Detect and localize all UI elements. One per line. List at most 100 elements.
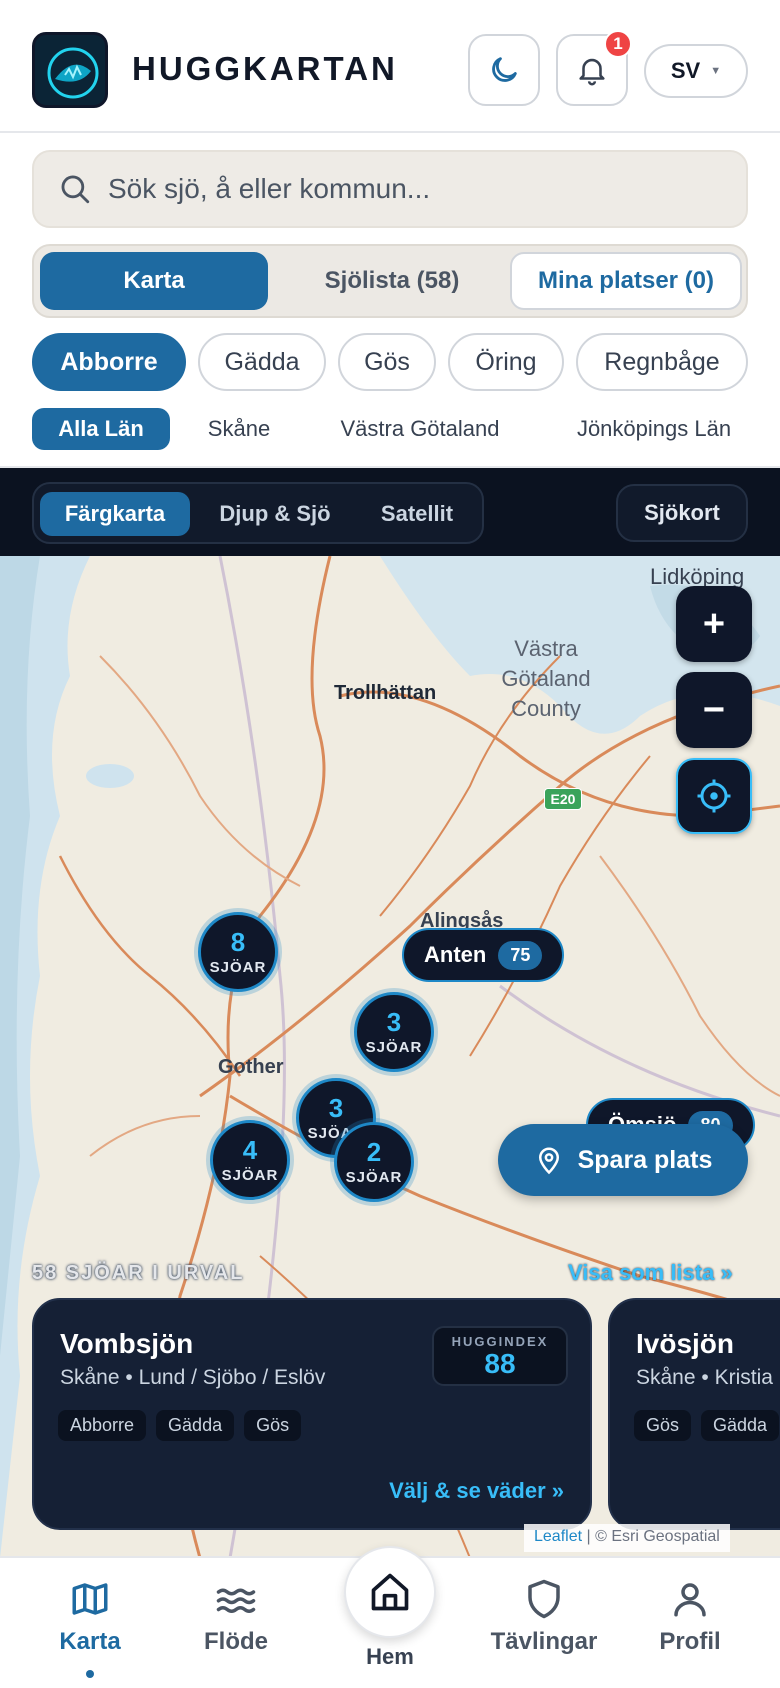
species-chip-gadda[interactable]: Gädda bbox=[198, 333, 326, 391]
lake-card-name: Vombsjön bbox=[60, 1328, 194, 1359]
map-pin-icon bbox=[538, 1147, 559, 1175]
species-chip-oring[interactable]: Öring bbox=[448, 333, 564, 391]
nav-feed[interactable]: Flöde bbox=[166, 1578, 306, 1656]
tab-my-places[interactable]: Mina platser (0) bbox=[510, 252, 742, 310]
minus-icon: − bbox=[702, 688, 726, 731]
nav-map-label: Karta bbox=[59, 1628, 121, 1655]
map-label-county: Västra Götaland County bbox=[501, 636, 591, 721]
lake-card-location: Skåne • Kristia bbox=[636, 1366, 773, 1389]
zoom-in-button[interactable]: + bbox=[676, 586, 752, 662]
lake-pin-anten[interactable]: Anten 75 bbox=[402, 928, 565, 982]
nav-map[interactable]: Karta bbox=[20, 1578, 160, 1656]
zoom-out-button[interactable]: − bbox=[676, 672, 752, 748]
map-view[interactable]: Lidköping Västra Götaland County Trollhä… bbox=[0, 556, 780, 1558]
nav-home-label: Hem bbox=[366, 1644, 414, 1669]
home-icon bbox=[371, 1573, 409, 1611]
nav-profile-label: Profil bbox=[659, 1628, 721, 1655]
show-as-list-link[interactable]: Visa som lista » bbox=[568, 1260, 733, 1286]
species-chip-regnbage[interactable]: Regnbåge bbox=[576, 333, 748, 391]
map-label-trollhattan: Trollhättan bbox=[334, 682, 437, 704]
user-icon bbox=[674, 1583, 706, 1617]
mode-satellite[interactable]: Satellit bbox=[356, 492, 478, 536]
cluster-unit: SJÖAR bbox=[209, 958, 267, 976]
huggindex-label: HUGGINDEX bbox=[451, 1333, 549, 1349]
app-logo[interactable] bbox=[32, 32, 108, 108]
region-chip-vastra-gotaland[interactable]: Västra Götaland bbox=[320, 408, 520, 450]
leaflet-link[interactable]: Leaflet bbox=[534, 1528, 582, 1545]
huggindex-badge: HUGGINDEX 88 bbox=[432, 1326, 568, 1386]
locate-me-button[interactable] bbox=[676, 758, 752, 834]
nav-profile[interactable]: Profil bbox=[620, 1578, 760, 1656]
huggindex-value: 88 bbox=[484, 1347, 516, 1379]
mode-color-map[interactable]: Färgkarta bbox=[40, 492, 190, 536]
crosshair-icon bbox=[697, 779, 731, 813]
cluster-count: 3 bbox=[386, 1006, 402, 1037]
lake-cluster[interactable]: 8 SJÖAR bbox=[198, 912, 278, 992]
species-chip-abborre[interactable]: Abborre bbox=[32, 333, 186, 391]
lake-cluster[interactable]: 2 SJÖAR bbox=[334, 1122, 414, 1202]
theme-toggle-button[interactable] bbox=[468, 34, 540, 106]
lake-card-location: Skåne • Lund / Sjöbo / Eslöv bbox=[60, 1366, 326, 1389]
lake-card[interactable]: Ivösjön Skåne • Kristia Gös Gädda bbox=[608, 1298, 780, 1530]
nav-competitions[interactable]: Tävlingar bbox=[474, 1578, 614, 1656]
map-attribution: Leaflet | © Esri Geospatial bbox=[524, 1524, 730, 1552]
notification-badge: 1 bbox=[604, 30, 632, 58]
nav-home-button[interactable] bbox=[344, 1546, 436, 1638]
tab-lake-list[interactable]: Sjölista (58) bbox=[278, 252, 506, 310]
cluster-count: 2 bbox=[366, 1136, 382, 1167]
lake-cluster[interactable]: 4 SJÖAR bbox=[210, 1120, 290, 1200]
waves-icon bbox=[216, 1588, 256, 1613]
nautical-chart-button[interactable]: Sjökort bbox=[616, 484, 748, 542]
brand-title: HUGGKARTAN bbox=[132, 50, 398, 87]
road-shield-e20: E20 bbox=[544, 788, 582, 810]
plus-icon: + bbox=[702, 602, 726, 645]
species-tag: Gös bbox=[634, 1410, 692, 1441]
lake-card-name: Ivösjön bbox=[636, 1328, 735, 1359]
attribution-text: | © Esri Geospatial bbox=[582, 1528, 720, 1545]
map-mode-toggle: Färgkarta Djup & Sjö Satellit bbox=[32, 482, 484, 544]
cluster-count: 3 bbox=[328, 1092, 344, 1123]
lake-card-tags: Abborre Gädda Gös bbox=[58, 1410, 302, 1441]
cluster-unit: SJÖAR bbox=[345, 1168, 403, 1186]
view-tabs: Karta Sjölista (58) Mina platser (0) bbox=[32, 244, 748, 318]
lake-pin-name: Anten bbox=[424, 942, 487, 967]
species-tag: Abborre bbox=[58, 1410, 147, 1441]
language-selector[interactable]: SV ▼ bbox=[644, 44, 748, 98]
map-mode-bar: Färgkarta Djup & Sjö Satellit Sjökort bbox=[0, 466, 780, 556]
selection-count: 58 SJÖAR I URVAL bbox=[32, 1262, 245, 1284]
cluster-unit: SJÖAR bbox=[365, 1038, 423, 1056]
lake-cluster[interactable]: 3 SJÖAR bbox=[354, 992, 434, 1072]
save-place-label: Spara plats bbox=[577, 1145, 713, 1174]
cluster-unit: SJÖAR bbox=[221, 1166, 279, 1184]
cluster-count: 4 bbox=[242, 1134, 258, 1165]
cluster-count: 8 bbox=[230, 926, 246, 957]
mode-depth-lake[interactable]: Djup & Sjö bbox=[200, 492, 350, 536]
region-chip-jonkoping[interactable]: Jönköpings Län bbox=[556, 408, 752, 450]
search-bar[interactable] bbox=[32, 150, 748, 228]
map-label-gothenburg: Gother bbox=[218, 1056, 284, 1078]
caret-down-icon: ▼ bbox=[710, 65, 722, 77]
save-place-button[interactable]: Spara plats bbox=[498, 1124, 748, 1196]
active-indicator-dot bbox=[86, 1670, 94, 1678]
search-icon bbox=[61, 175, 90, 204]
lake-card-tags: Gös Gädda bbox=[634, 1410, 780, 1441]
app-header: HUGGKARTAN 1 SV ▼ bbox=[0, 0, 780, 133]
nav-competitions-label: Tävlingar bbox=[490, 1628, 598, 1655]
notifications-button[interactable]: 1 bbox=[556, 30, 632, 106]
region-chip-skane[interactable]: Skåne bbox=[186, 408, 292, 450]
region-chip-all[interactable]: Alla Län bbox=[32, 408, 170, 450]
search-input[interactable] bbox=[108, 173, 728, 205]
lake-card[interactable]: Vombsjön Skåne • Lund / Sjöbo / Eslöv Ab… bbox=[32, 1298, 592, 1530]
species-tag: Gädda bbox=[701, 1410, 780, 1441]
species-chip-gos[interactable]: Gös bbox=[338, 333, 436, 391]
select-weather-link[interactable]: Välj & se väder » bbox=[389, 1478, 564, 1504]
bell-icon bbox=[579, 58, 605, 86]
language-label: SV bbox=[670, 58, 701, 83]
shield-icon bbox=[528, 1579, 560, 1619]
lake-pin-score: 75 bbox=[498, 940, 543, 970]
tab-map[interactable]: Karta bbox=[40, 252, 268, 310]
nav-feed-label: Flöde bbox=[204, 1628, 268, 1655]
species-tag: Gädda bbox=[156, 1410, 235, 1441]
map-icon bbox=[72, 1583, 108, 1615]
species-tag: Gös bbox=[244, 1410, 302, 1441]
